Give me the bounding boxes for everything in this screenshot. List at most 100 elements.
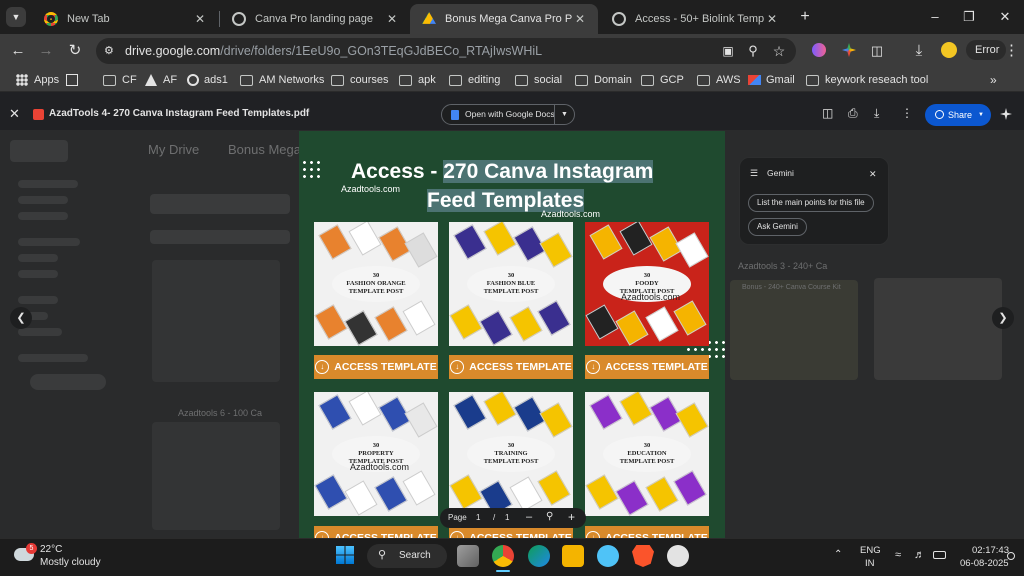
new-tab-button[interactable]: + [796,7,814,27]
forward-icon[interactable]: → [35,40,57,62]
menu-kebab-icon[interactable]: ⋮ [1004,40,1019,62]
bookmark-af[interactable]: AF [145,73,177,87]
weather-desc[interactable]: Mostly cloudy [40,557,101,568]
tray-chevron-icon[interactable]: ⌃ [834,549,842,560]
tab-drive-active[interactable]: Bonus Mega Canva Pro Platinum ✕ [410,4,598,34]
zoom-magnifier-icon[interactable]: ⚲ [546,511,553,522]
extension-brain-icon[interactable] [812,43,826,57]
tab-new-tab[interactable]: New Tab ✕ [32,4,218,34]
download-file-icon[interactable]: ⤓ [874,106,879,121]
reload-icon[interactable]: ↻ [64,40,86,62]
profile-error-button[interactable]: Error [966,40,1006,60]
viewer-close-icon[interactable]: ✕ [9,106,20,122]
battery-icon[interactable] [933,551,946,559]
close-icon[interactable]: ✕ [764,12,780,26]
add-comment-icon[interactable]: ◫ [822,106,833,120]
bookmark-aws[interactable]: AWS [697,73,741,87]
tab-biolink[interactable]: Access - 50+ Biolink Templates ✕ [600,4,790,34]
address-url[interactable]: drive.google.com/drive/folders/1EeU9o_GO… [125,44,542,58]
bookmark-apps[interactable]: Apps [16,73,59,87]
gemini-summarize-chip[interactable]: List the main points for this file [748,194,874,212]
previous-file-button[interactable]: ❮ [10,307,32,329]
open-with-dropdown-icon[interactable]: ▼ [554,105,574,124]
access-template-button[interactable]: ↓ ACCESS TEMPLATE [314,526,438,538]
bookmark-gmail[interactable]: Gmail [748,73,795,87]
bookmark-editing[interactable]: editing [449,73,500,87]
zoom-out-icon[interactable]: – [526,511,532,523]
lang-eng[interactable]: ENG [860,545,881,556]
download-icon[interactable]: ⤓ [908,40,930,62]
bookmark-apk[interactable]: apk [399,73,436,87]
zoom-in-icon[interactable]: + [568,510,575,524]
whatsapp-icon[interactable] [667,545,689,567]
taskbar-search-box[interactable]: ⚲ Search [367,544,447,568]
weather-temp[interactable]: 22°C [40,544,62,555]
template-thumbnail-fashion-blue: 30 FASHION BLUE TEMPLATE POST [449,222,573,346]
next-file-button[interactable]: ❯ [992,307,1014,329]
watermark: Azadtools.com [541,209,601,219]
template-thumbnail-fashion-orange: 30 FASHION ORANGE TEMPLATE POST [314,222,438,346]
bookmark-keywork[interactable]: keywork reseach tool [806,73,928,87]
install-icon[interactable]: ▣ [717,40,739,62]
bookmark-cf[interactable]: CF [103,73,137,87]
folder-icon [806,74,819,86]
af-logo-icon [145,74,157,86]
close-icon[interactable]: ✕ [192,12,208,26]
share-label: Share [948,110,973,120]
access-template-button[interactable]: ↓ ACCESS TEMPLATE [314,355,438,379]
volume-icon[interactable]: ♬ [914,549,925,561]
notification-icon[interactable] [1007,552,1015,560]
file-explorer-icon[interactable] [562,545,584,567]
ask-gemini-chip[interactable]: Ask Gemini [748,218,807,236]
tab-search-button[interactable]: ▼ [6,7,26,27]
share-dropdown-icon[interactable]: ▼ [978,104,984,126]
bookmark-label: Apps [34,74,60,86]
clock-date[interactable]: 06-08-2025 [960,558,1009,569]
restore-icon[interactable]: ❐ [954,6,984,28]
bookmark-gcp[interactable]: GCP [641,73,684,87]
window-close-icon[interactable]: ✕ [990,6,1020,28]
page-current-input[interactable]: 1 [476,513,480,522]
extensions-puzzle-icon[interactable]: ◫ [866,40,888,62]
bookmark-am-networks[interactable]: AM Networks [240,73,324,87]
share-button[interactable]: Share ▼ [925,104,991,126]
tab-canva[interactable]: Canva Pro landing page ✕ [220,4,410,34]
bookmark-social[interactable]: social [515,73,562,87]
back-icon[interactable]: ← [7,40,29,62]
gemini-close-icon[interactable]: ✕ [869,169,877,180]
edge-icon[interactable] [528,545,550,567]
site-info-icon[interactable]: ⚙ [104,44,118,58]
tab-title: Access - 50+ Biolink Templates [635,13,764,25]
bookmark-courses[interactable]: courses [331,73,389,87]
my-drive-label: My Drive [148,142,200,157]
more-actions-icon[interactable]: ⋮ [901,106,913,120]
zoom-icon[interactable]: ⚲ [742,40,764,62]
open-with-google-docs-button[interactable]: Open with Google Docs ▼ [441,104,575,125]
bookmark-star-icon[interactable]: ☆ [768,40,790,62]
template-thumbnail-training: 30 TRAINING TEMPLATE POST [449,392,573,516]
gmail-icon [748,75,761,85]
bookmark-grid-apps[interactable] [66,73,78,87]
clock-time[interactable]: 02:17:43 [972,545,1009,556]
minimize-icon[interactable]: – [920,6,950,28]
access-template-button[interactable]: ↓ ACCESS TEMPLATE [449,355,573,379]
folder-icon [449,74,462,86]
print-icon[interactable]: ⎙ [848,106,858,121]
lang-in[interactable]: IN [865,558,875,569]
task-view-icon[interactable] [457,545,479,567]
close-icon[interactable]: ✕ [572,12,588,26]
bookmarks-overflow-icon[interactable]: » [990,73,997,87]
close-icon[interactable]: ✕ [384,12,400,26]
download-circle-icon: ↓ [450,360,465,374]
bookmark-label: GCP [660,74,684,86]
browser-app-icon[interactable] [597,545,619,567]
bookmark-ads1[interactable]: ads1 [187,73,228,87]
bookmark-domain[interactable]: Domain [575,73,632,87]
access-template-button[interactable]: ↓ ACCESS TEMPLATE [585,355,709,379]
chrome-taskbar-icon[interactable] [492,545,514,567]
wifi-icon[interactable]: ≈ [895,549,901,561]
bookmark-label: ads1 [204,74,228,86]
avatar[interactable] [941,42,957,58]
page-sep: / [493,513,496,522]
access-template-button[interactable]: ↓ ACCESS TEMPLATE [585,526,709,538]
